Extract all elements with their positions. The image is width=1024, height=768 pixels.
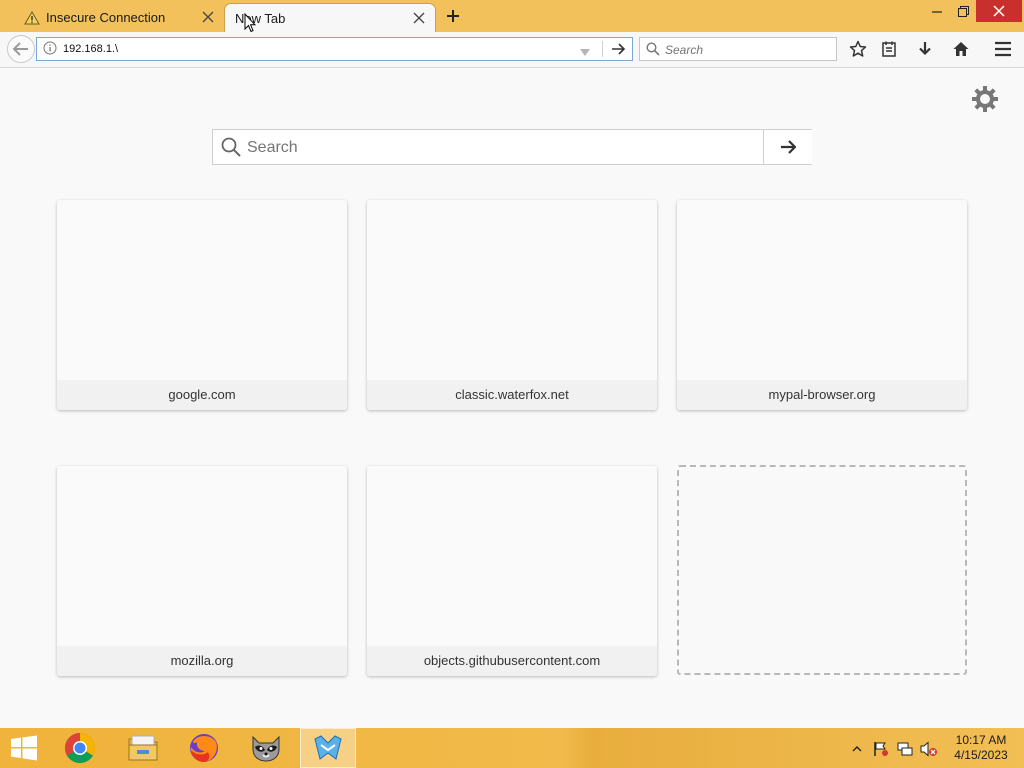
home-icon[interactable]: [950, 38, 972, 60]
hamburger-menu-icon[interactable]: [992, 38, 1014, 60]
close-tab-icon[interactable]: [411, 10, 427, 26]
navigation-toolbar: [0, 32, 1024, 68]
waterfox-icon[interactable]: [300, 728, 356, 768]
top-site-tile[interactable]: mozilla.org: [57, 466, 347, 676]
url-bar[interactable]: [36, 37, 633, 61]
tile-title: mypal-browser.org: [677, 380, 967, 410]
tile-thumbnail: [57, 200, 347, 380]
empty-tile-placeholder: [677, 465, 967, 675]
clock-date: 4/15/2023: [954, 748, 1008, 762]
newtab-search-input[interactable]: [247, 137, 757, 159]
new-tab-button[interactable]: [443, 6, 463, 26]
minimize-button[interactable]: [922, 0, 952, 22]
raccoon-icon[interactable]: [238, 728, 294, 768]
go-arrow-icon[interactable]: [609, 41, 627, 57]
volume-muted-icon[interactable]: [920, 740, 938, 758]
bookmarks-menu-icon[interactable]: [878, 38, 900, 60]
top-site-tile[interactable]: google.com: [57, 200, 347, 410]
action-center-flag-icon[interactable]: [872, 740, 890, 758]
newtab-search-box[interactable]: [212, 129, 812, 165]
tile-thumbnail: [367, 200, 657, 380]
tab-label: Insecure Connection: [46, 10, 166, 25]
search-go-button[interactable]: [763, 130, 812, 164]
restore-button[interactable]: [950, 0, 976, 22]
search-icon: [221, 137, 241, 162]
tile-title: objects.githubusercontent.com: [367, 646, 657, 676]
tab-insecure-connection[interactable]: Insecure Connection: [14, 3, 224, 32]
dropdown-arrow-icon[interactable]: [580, 44, 590, 62]
close-tab-icon[interactable]: [200, 9, 216, 25]
tile-thumbnail: [57, 466, 347, 646]
info-icon[interactable]: [43, 41, 57, 60]
close-window-button[interactable]: [976, 0, 1022, 22]
system-clock[interactable]: 10:17 AM 4/15/2023: [948, 733, 1014, 763]
windows-start-icon[interactable]: [0, 728, 48, 768]
url-divider: [602, 41, 603, 57]
clock-time: 10:17 AM: [955, 733, 1007, 747]
url-input[interactable]: [63, 40, 593, 58]
back-button[interactable]: [7, 35, 35, 63]
toolbar-search-bar[interactable]: [639, 37, 837, 61]
tab-bar: Insecure Connection New Tab: [0, 0, 1024, 33]
tile-title: mozilla.org: [57, 646, 347, 676]
tile-title: classic.waterfox.net: [367, 380, 657, 410]
top-site-tile[interactable]: mypal-browser.org: [677, 200, 967, 410]
downloads-icon[interactable]: [914, 38, 936, 60]
chrome-icon[interactable]: [52, 728, 108, 768]
arrow-right-icon: [781, 140, 796, 154]
tile-title: google.com: [57, 380, 347, 410]
file-explorer-icon[interactable]: [115, 728, 171, 768]
warning-icon: [24, 10, 40, 25]
toolbar-search-input[interactable]: [665, 41, 830, 58]
windows-taskbar: 10:17 AM 4/15/2023: [0, 728, 1024, 768]
bookmark-star-icon[interactable]: [847, 38, 869, 60]
new-tab-page: google.com classic.waterfox.net mypal-br…: [0, 69, 1024, 728]
tab-label: New Tab: [235, 10, 286, 26]
gear-icon[interactable]: [970, 84, 1000, 114]
network-icon[interactable]: [896, 740, 914, 758]
top-site-tile[interactable]: classic.waterfox.net: [367, 200, 657, 410]
top-site-tile[interactable]: objects.githubusercontent.com: [367, 466, 657, 676]
tile-thumbnail: [367, 466, 657, 646]
firefox-icon[interactable]: [176, 728, 232, 768]
tile-thumbnail: [677, 200, 967, 380]
show-hidden-icons-chevron-icon[interactable]: [848, 740, 866, 758]
search-icon: [646, 42, 660, 61]
